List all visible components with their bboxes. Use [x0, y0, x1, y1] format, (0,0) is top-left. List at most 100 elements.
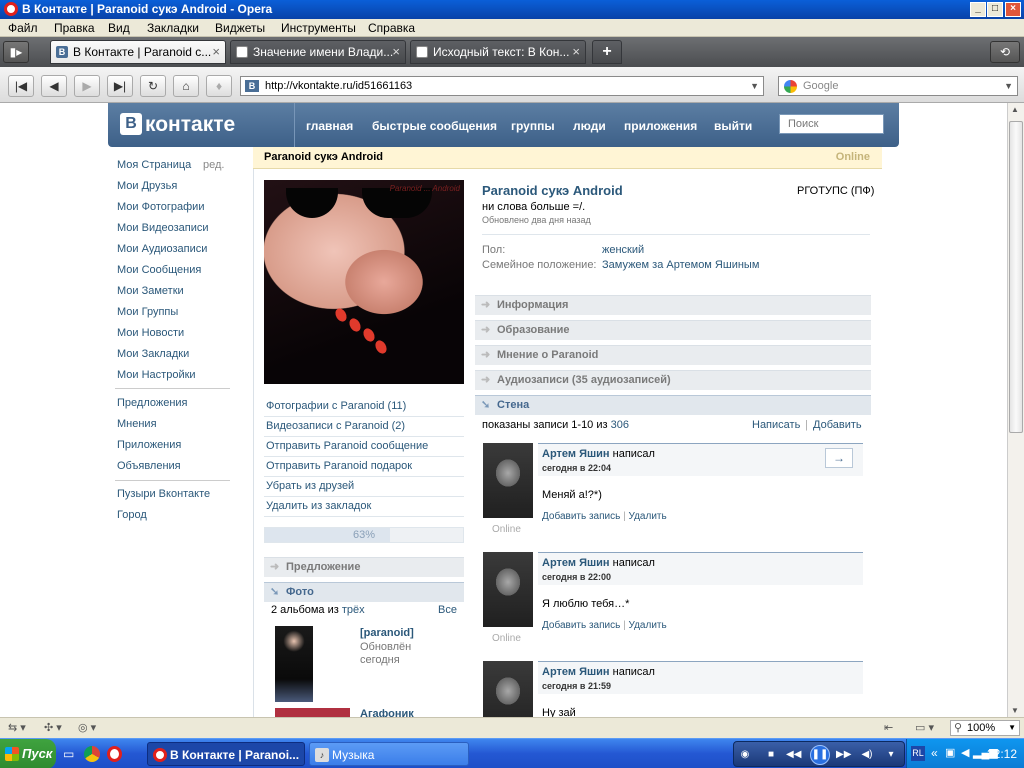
post-author[interactable]: Артем Яшин: [542, 448, 610, 460]
view-icon[interactable]: ▭ ▾: [915, 721, 934, 734]
unite-icon[interactable]: ✣ ▾: [44, 721, 62, 734]
menu-my-bookmarks[interactable]: Мои Закладки: [117, 348, 189, 360]
nav-groups[interactable]: группы: [511, 119, 555, 133]
scroll-thumb[interactable]: [1009, 121, 1023, 433]
menu-my-videos[interactable]: Мои Видеозаписи: [117, 222, 209, 234]
rewind-icon[interactable]: |◀: [8, 75, 34, 97]
start-button[interactable]: Пуск: [0, 739, 56, 768]
section-audio[interactable]: ➜ Аудиозаписи (35 аудиозаписей): [475, 370, 871, 390]
videos-with-link[interactable]: Видеозаписи с Paranoid (2): [266, 420, 405, 432]
stop-icon[interactable]: ■: [764, 748, 778, 762]
album-thumbnail[interactable]: [275, 708, 350, 717]
section-offer[interactable]: ➜ Предложение: [264, 557, 464, 577]
album-title[interactable]: [paranoid]: [360, 627, 414, 639]
turbo-icon[interactable]: ◎ ▾: [78, 721, 96, 734]
tray-expand-icon[interactable]: «: [931, 746, 938, 760]
close-window-button[interactable]: ×: [1005, 2, 1021, 17]
avatar[interactable]: [483, 443, 533, 518]
scroll-down-icon[interactable]: ▼: [1011, 706, 1019, 715]
delete-post-link[interactable]: Удалить: [629, 620, 667, 631]
menu-my-friends[interactable]: Мои Друзья: [117, 180, 177, 192]
albums-count-link[interactable]: трёх: [342, 604, 365, 616]
nav-home[interactable]: главная: [306, 119, 353, 133]
tab-source-text[interactable]: Исходный текст: В Кон... ×: [410, 40, 586, 64]
menu-my-settings[interactable]: Мои Настройки: [117, 369, 196, 381]
nav-logout[interactable]: выйти: [714, 119, 752, 133]
section-education[interactable]: ➜ Образование: [475, 320, 871, 340]
menu-my-notes[interactable]: Мои Заметки: [117, 285, 184, 297]
menu-ads[interactable]: Объявления: [117, 460, 181, 472]
section-information[interactable]: ➜ Информация: [475, 295, 871, 315]
maximize-button[interactable]: □: [987, 2, 1003, 17]
opera-quicklaunch-icon[interactable]: [107, 746, 122, 762]
pause-icon[interactable]: ❚❚: [810, 745, 830, 765]
avatar[interactable]: [483, 661, 533, 717]
taskbar-window-opera[interactable]: В Контакте | Paranoi...: [147, 742, 305, 766]
menu-file[interactable]: Файл: [8, 21, 38, 35]
post-author[interactable]: Артем Яшин: [542, 557, 610, 569]
wall-count-link[interactable]: 306: [611, 419, 629, 431]
send-message-link[interactable]: Отправить Paranoid сообщение: [266, 440, 428, 452]
menu-city[interactable]: Город: [117, 509, 147, 521]
closed-tabs-icon[interactable]: ⟲: [990, 41, 1020, 63]
zoom-control[interactable]: ⚲ 100% ▼: [950, 720, 1020, 736]
speaker-icon[interactable]: ◀: [961, 746, 969, 759]
taskbar-window-music[interactable]: ♪ Музыка: [309, 742, 469, 766]
address-bar[interactable]: B http://vkontakte.ru/id51661163 ▼: [240, 76, 764, 96]
menu-help[interactable]: Справка: [368, 21, 415, 35]
close-tab-icon[interactable]: ×: [572, 41, 580, 63]
menu-tools[interactable]: Инструменты: [281, 21, 356, 35]
scroll-up-icon[interactable]: ▲: [1011, 105, 1019, 114]
player-menu-icon[interactable]: ▾: [884, 748, 898, 762]
fast-forward-icon[interactable]: ▶|: [107, 75, 133, 97]
post-author[interactable]: Артем Яшин: [542, 666, 610, 678]
field-gender-value[interactable]: женский: [602, 244, 644, 256]
send-gift-link[interactable]: Отправить Paranoid подарок: [266, 460, 412, 472]
forward-icon[interactable]: ▶: [74, 75, 100, 97]
home-icon[interactable]: ⌂: [173, 75, 199, 97]
back-icon[interactable]: ◀: [41, 75, 67, 97]
volume-icon[interactable]: ◀): [860, 748, 874, 762]
language-indicator[interactable]: RL: [911, 746, 925, 761]
new-tab-button[interactable]: +: [592, 40, 622, 64]
vk-logo[interactable]: Bконтакте: [120, 113, 235, 137]
remove-bookmark-link[interactable]: Удалить из закладок: [266, 500, 371, 512]
nav-apps[interactable]: приложения: [624, 119, 697, 133]
field-relationship-value[interactable]: Замужем за Артемом Яшиным: [602, 259, 759, 271]
album-thumbnail[interactable]: [275, 626, 313, 702]
delete-post-link[interactable]: Удалить: [629, 511, 667, 522]
menu-applications[interactable]: Приложения: [117, 439, 181, 451]
zoom-dropdown-icon[interactable]: ▼: [1008, 721, 1016, 735]
remove-friend-link[interactable]: Убрать из друзей: [266, 480, 354, 492]
section-photos[interactable]: ➘ Фото: [264, 582, 464, 602]
panel-toggle-icon[interactable]: ▮▸: [3, 41, 29, 63]
album-title[interactable]: Агафоник: [360, 708, 414, 717]
tab-name-meaning[interactable]: Значение имени Влади... ×: [230, 40, 406, 64]
minimize-button[interactable]: _: [970, 2, 986, 17]
menu-my-messages[interactable]: Мои Сообщения: [117, 264, 201, 276]
albums-all-link[interactable]: Все: [438, 604, 457, 616]
tab-vkontakte[interactable]: B В Контакте | Paranoid с... ×: [50, 40, 226, 64]
menu-my-photos[interactable]: Мои Фотографии: [117, 201, 204, 213]
chrome-icon[interactable]: [84, 746, 100, 762]
address-dropdown-icon[interactable]: ▼: [750, 77, 759, 95]
section-opinion[interactable]: ➜ Мнение о Paranoid: [475, 345, 871, 365]
menu-opinions[interactable]: Мнения: [117, 418, 157, 430]
profile-photo[interactable]: Paranoid ... Android: [264, 180, 464, 384]
next-icon[interactable]: ▶▶: [836, 748, 851, 762]
previous-icon[interactable]: ◀◀: [786, 748, 801, 762]
menu-my-news[interactable]: Мои Новости: [117, 327, 184, 339]
reload-icon[interactable]: ↻: [140, 75, 166, 97]
photos-with-link[interactable]: Фотографии с Paranoid (11): [266, 400, 406, 412]
nav-quick-messages[interactable]: быстрые сообщения: [372, 119, 497, 133]
reply-arrow-icon[interactable]: →: [825, 448, 853, 468]
menu-my-groups[interactable]: Мои Группы: [117, 306, 178, 318]
add-post-link[interactable]: Добавить запись: [542, 511, 620, 522]
close-tab-icon[interactable]: ×: [212, 41, 220, 63]
menu-widgets[interactable]: Виджеты: [215, 21, 265, 35]
edit-link[interactable]: ред.: [203, 159, 224, 171]
menu-bubbles[interactable]: Пузыри Вконтакте: [117, 488, 210, 500]
network-icon[interactable]: ▣: [945, 746, 955, 759]
menu-my-page[interactable]: Моя Страница: [117, 159, 191, 171]
search-dropdown-icon[interactable]: ▼: [1004, 77, 1013, 95]
